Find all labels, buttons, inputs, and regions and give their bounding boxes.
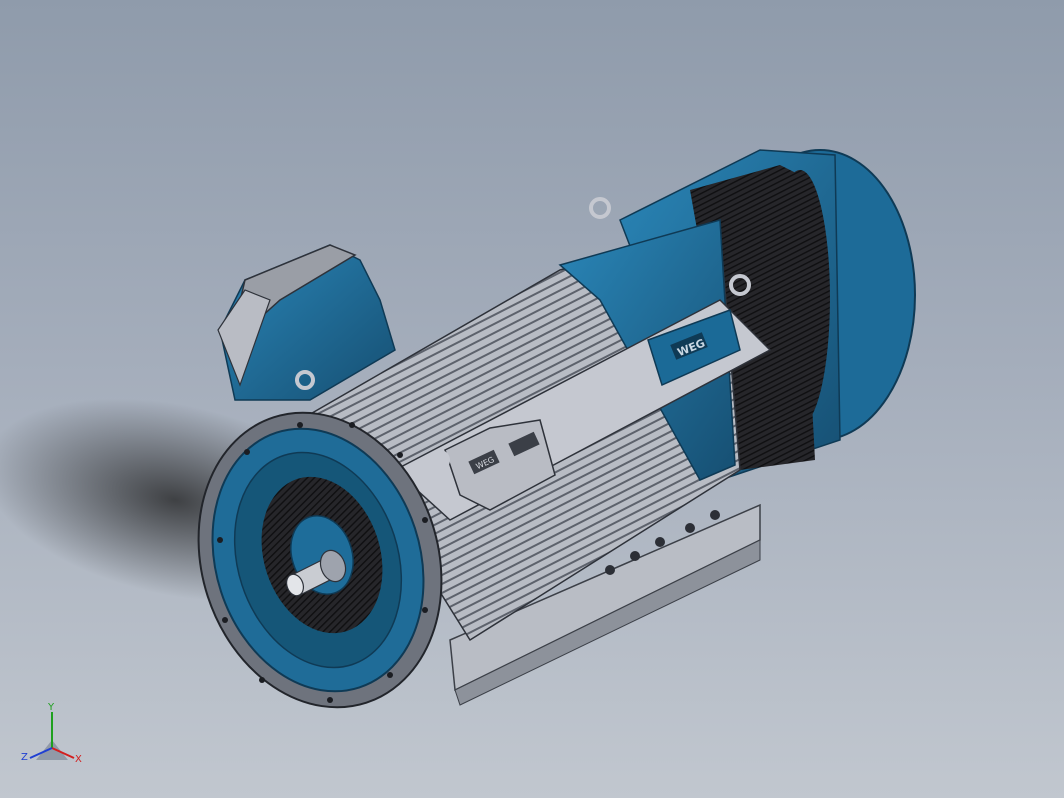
triad-z-label: Z [21, 752, 28, 763]
triad-x-label: X [75, 754, 82, 765]
triad-y-label: Y [47, 702, 55, 713]
3d-viewport[interactable]: WEG WEG Y X Z [0, 0, 1064, 798]
top-housing[interactable] [217, 244, 396, 401]
motor-model[interactable]: WEG WEG [0, 0, 1064, 798]
orientation-triad[interactable]: Y X Z [18, 700, 88, 772]
